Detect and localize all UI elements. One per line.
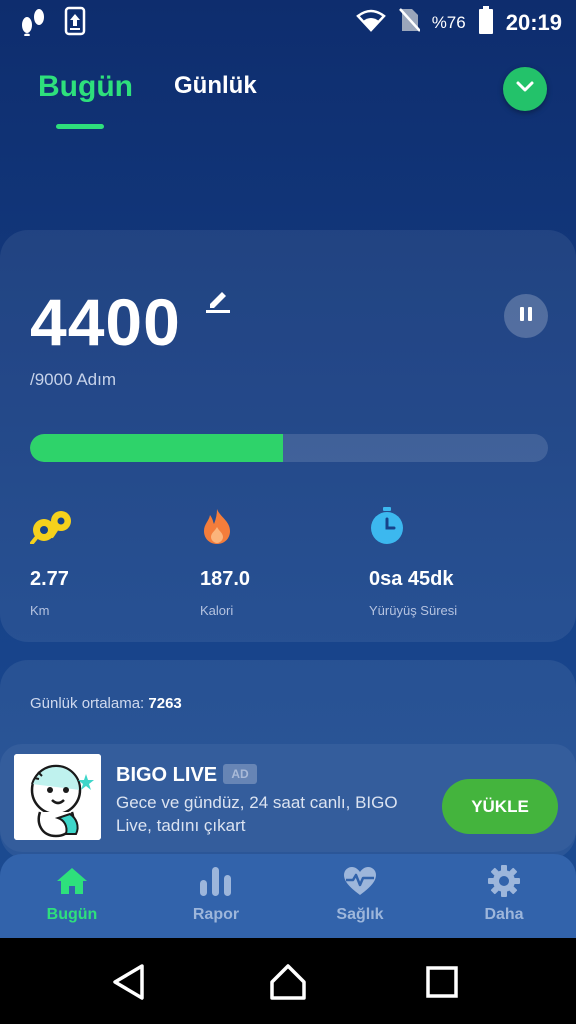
dropdown-button[interactable] xyxy=(503,67,547,111)
ad-description[interactable]: Gece ve gündüz, 24 saat canlı, BIGO Live… xyxy=(116,791,426,837)
wifi-icon xyxy=(355,8,386,38)
step-count: 4400 xyxy=(30,285,181,359)
chevron-down-icon xyxy=(515,80,535,99)
nav-label-today: Bugün xyxy=(46,906,98,923)
pause-icon xyxy=(518,306,534,327)
nav-label-report: Rapor xyxy=(192,906,240,923)
calories-value: 187.0 xyxy=(200,568,251,590)
footsteps-icon xyxy=(20,6,46,41)
footprints-icon xyxy=(30,506,72,546)
ad-install-button[interactable]: YÜKLE xyxy=(442,779,558,834)
home-outline-icon xyxy=(268,964,308,1006)
pause-button[interactable] xyxy=(504,294,548,338)
distance-label: Km xyxy=(30,603,50,618)
distance-value: 2.77 xyxy=(30,568,69,590)
nav-label-health: Sağlık xyxy=(336,906,384,923)
heart-pulse-icon xyxy=(310,866,410,896)
no-sim-icon xyxy=(398,7,421,39)
daily-average-value: 7263 xyxy=(148,695,182,712)
edit-icon[interactable] xyxy=(204,288,232,319)
step-goal: /9000 Adım xyxy=(30,370,117,389)
daily-average-label: Günlük ortalama: xyxy=(30,695,145,712)
nav-item-health[interactable]: Sağlık xyxy=(310,866,410,924)
step-progress-fill xyxy=(30,434,284,462)
stopwatch-icon xyxy=(369,506,457,546)
battery-percent: %76 xyxy=(431,13,466,32)
calories-label: Kalori xyxy=(200,603,234,618)
walk-time-value: 0sa 45dk xyxy=(369,568,454,590)
recents-button[interactable] xyxy=(424,962,460,1007)
stat-walk-time: 0sa 45dk Yürüyüş Süresi xyxy=(369,506,457,618)
flame-icon xyxy=(200,506,250,546)
ad-title[interactable]: BIGO LIVE xyxy=(116,764,217,787)
nav-item-today[interactable]: Bugün xyxy=(22,866,122,924)
daily-average: Günlük ortalama: 7263 xyxy=(30,695,182,712)
nav-label-more: Daha xyxy=(484,906,524,923)
gear-icon xyxy=(454,865,554,897)
square-icon xyxy=(424,966,460,1006)
active-tab-indicator xyxy=(56,124,104,129)
ad-app-image[interactable] xyxy=(14,754,101,840)
back-button[interactable] xyxy=(110,962,146,1007)
home-button[interactable] xyxy=(268,962,308,1007)
back-triangle-icon xyxy=(110,964,146,1006)
nav-item-report[interactable]: Rapor xyxy=(166,866,266,924)
nav-item-more[interactable]: Daha xyxy=(454,865,554,924)
bar-chart-icon xyxy=(166,866,266,896)
stat-distance: 2.77 Km xyxy=(30,506,72,618)
walk-time-label: Yürüyüş Süresi xyxy=(369,603,458,618)
step-progress-bar xyxy=(30,434,548,462)
home-icon xyxy=(22,866,122,896)
upload-icon xyxy=(64,6,86,41)
stat-calories: 187.0 Kalori xyxy=(200,506,250,618)
battery-icon xyxy=(478,6,494,40)
clock: 20:19 xyxy=(505,10,562,35)
tab-daily[interactable]: Günlük xyxy=(174,72,257,100)
tab-today[interactable]: Bugün xyxy=(38,70,133,104)
status-bar: %76 20:19 xyxy=(0,0,576,44)
ad-badge: AD xyxy=(223,764,257,784)
